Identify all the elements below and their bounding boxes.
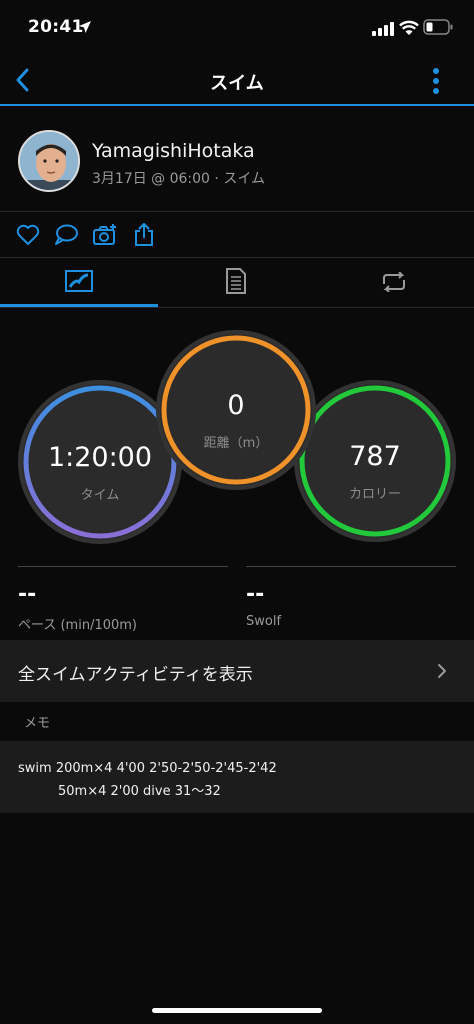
calories-label: カロリー xyxy=(348,487,401,502)
cellular-signal-icon xyxy=(372,22,394,36)
activity-date-type: 3月17日 @ 06:00 · スイム xyxy=(92,171,266,187)
memo-text[interactable]: swim 200m×4 4'00 2'50-2'50-2'45-2'42 50m… xyxy=(0,741,474,813)
summary-gauges: 1:20:00 タイム 787 カロリー 0 距離（m） xyxy=(0,325,474,550)
pace-label: ペース (min/100m) xyxy=(18,618,137,633)
divider xyxy=(18,566,228,567)
distance-gauge: 0 距離（m） xyxy=(156,330,316,490)
activity-header: YamagishiHotaka 3月17日 @ 06:00 · スイム xyxy=(0,106,474,212)
tab-active-indicator xyxy=(0,304,158,307)
memo-line: 50m×4 2'00 dive 31〜32 xyxy=(58,784,221,799)
view-all-swims-label: 全スイムアクティビティを表示 xyxy=(18,665,253,685)
avatar-photo-icon xyxy=(20,132,78,190)
divider xyxy=(246,566,456,567)
document-list-icon xyxy=(226,268,246,294)
more-vertical-icon[interactable] xyxy=(430,66,442,96)
avatar[interactable] xyxy=(18,130,80,192)
comment-icon[interactable] xyxy=(53,222,79,248)
stats-chart-icon xyxy=(65,270,93,292)
pace-value: -- xyxy=(18,582,37,607)
nav-bar: スイム xyxy=(0,56,474,106)
location-arrow-icon xyxy=(79,21,91,33)
calories-value: 787 xyxy=(349,441,401,472)
tab-stats[interactable] xyxy=(0,258,158,308)
secondary-stats: -- ペース (min/100m) -- Swolf xyxy=(0,566,474,636)
distance-label: 距離（m） xyxy=(203,436,269,451)
status-time: 20:41 xyxy=(28,17,84,37)
share-icon[interactable] xyxy=(131,222,157,248)
tab-laps[interactable] xyxy=(316,258,474,308)
page-title: スイム xyxy=(210,73,264,94)
distance-value: 0 xyxy=(227,390,245,421)
wifi-icon xyxy=(399,20,419,35)
calories-gauge: 787 カロリー xyxy=(294,380,456,542)
memo-heading: メモ xyxy=(24,716,51,731)
tab-details[interactable] xyxy=(158,258,316,308)
view-all-swims-row[interactable]: 全スイムアクティビティを表示 xyxy=(0,640,474,702)
home-indicator[interactable] xyxy=(152,1008,322,1013)
action-bar xyxy=(0,212,474,258)
status-bar: 20:41 xyxy=(0,0,474,56)
like-heart-icon[interactable] xyxy=(15,222,41,248)
tab-bar xyxy=(0,258,474,308)
battery-icon xyxy=(423,19,453,35)
swolf-value: -- xyxy=(246,582,265,607)
chevron-right-icon xyxy=(438,664,446,678)
user-name[interactable]: YamagishiHotaka xyxy=(92,140,255,162)
memo-line: swim 200m×4 4'00 2'50-2'50-2'45-2'42 xyxy=(18,761,277,776)
laps-loop-icon xyxy=(383,272,405,292)
swolf-label: Swolf xyxy=(246,614,282,629)
add-photo-camera-icon[interactable] xyxy=(92,222,118,248)
